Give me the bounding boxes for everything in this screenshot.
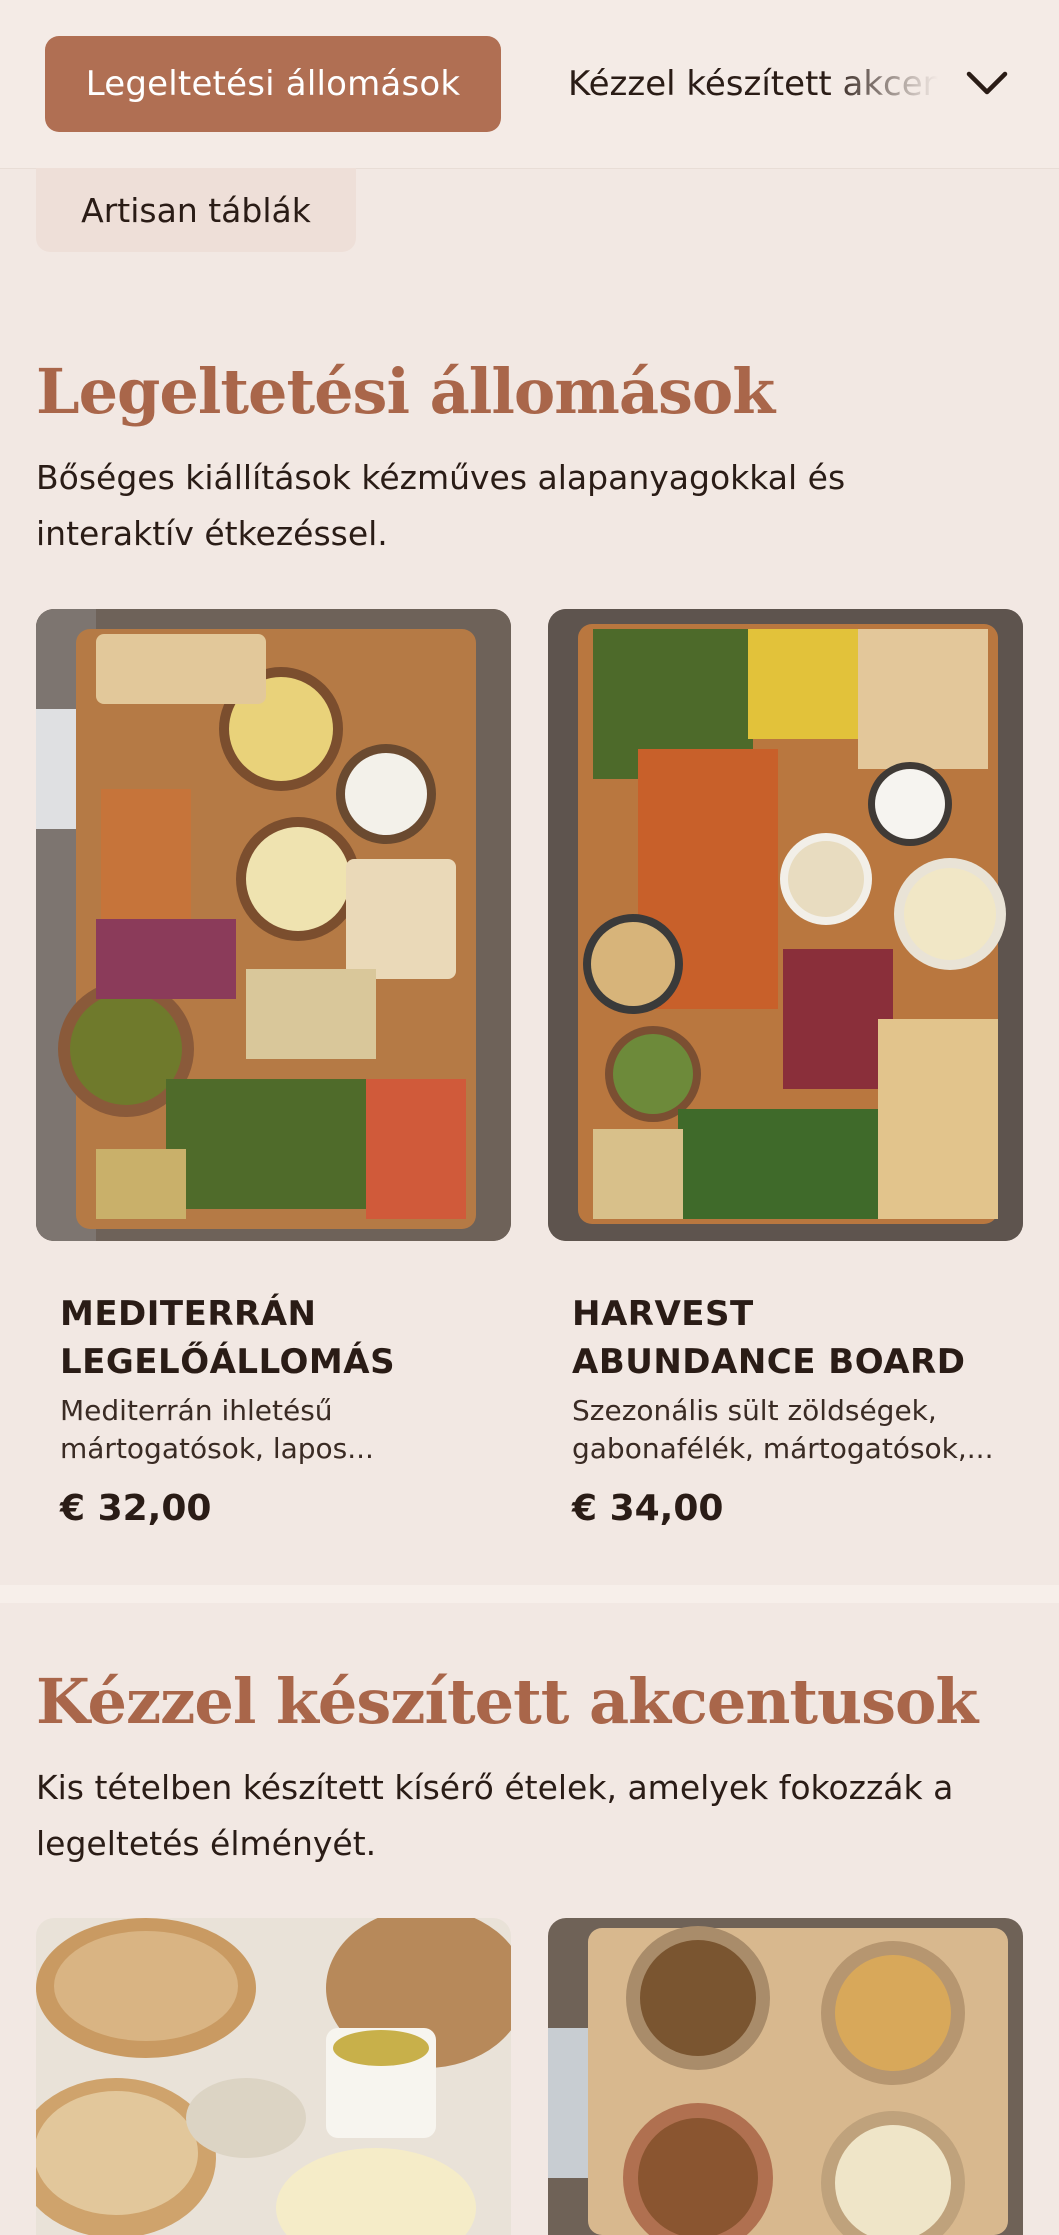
section-description-accents: Kis tételben készített kísérő ételek, am… [36, 1768, 954, 1863]
tab-handmade-accents[interactable]: Kézzel készített akcentusok [568, 36, 938, 132]
section-description-grazing: Bőséges kiállítások kézműves alapanyagok… [36, 458, 846, 553]
section-title-accents: Kézzel készített akcentusok [36, 1665, 978, 1738]
card-title[interactable]: HARVEST ABUNDANCE BOARD [572, 1290, 1002, 1386]
artisan-bread-butter-photo[interactable] [36, 1918, 511, 2235]
nut-bowls-photo[interactable] [548, 1918, 1023, 2235]
section-title-grazing: Legeltetési állomások [36, 355, 775, 428]
category-nav: Legeltetési állomások Kézzel készített a… [0, 0, 1059, 169]
card-price: € 34,00 [572, 1488, 724, 1529]
section-divider [0, 1585, 1059, 1603]
tab-grazing-stations[interactable]: Legeltetési állomások [45, 36, 501, 132]
card-title[interactable]: MEDITERRÁN LEGELŐÁLLOMÁS [60, 1290, 490, 1386]
tab-fade-overlay [828, 36, 938, 132]
chevron-down-icon[interactable] [962, 58, 1012, 108]
card-price: € 32,00 [60, 1488, 212, 1529]
harvest-vegetable-board-photo[interactable] [548, 609, 1023, 1241]
mediterranean-grazing-board-photo[interactable] [36, 609, 511, 1241]
card-description: Mediterrán ihletésű mártogatósok, lapos.… [60, 1394, 374, 1465]
card-description: Szezonális sült zöldségek, gabonafélék, … [572, 1394, 994, 1465]
tab-artisan-boards[interactable]: Artisan táblák [36, 168, 356, 252]
